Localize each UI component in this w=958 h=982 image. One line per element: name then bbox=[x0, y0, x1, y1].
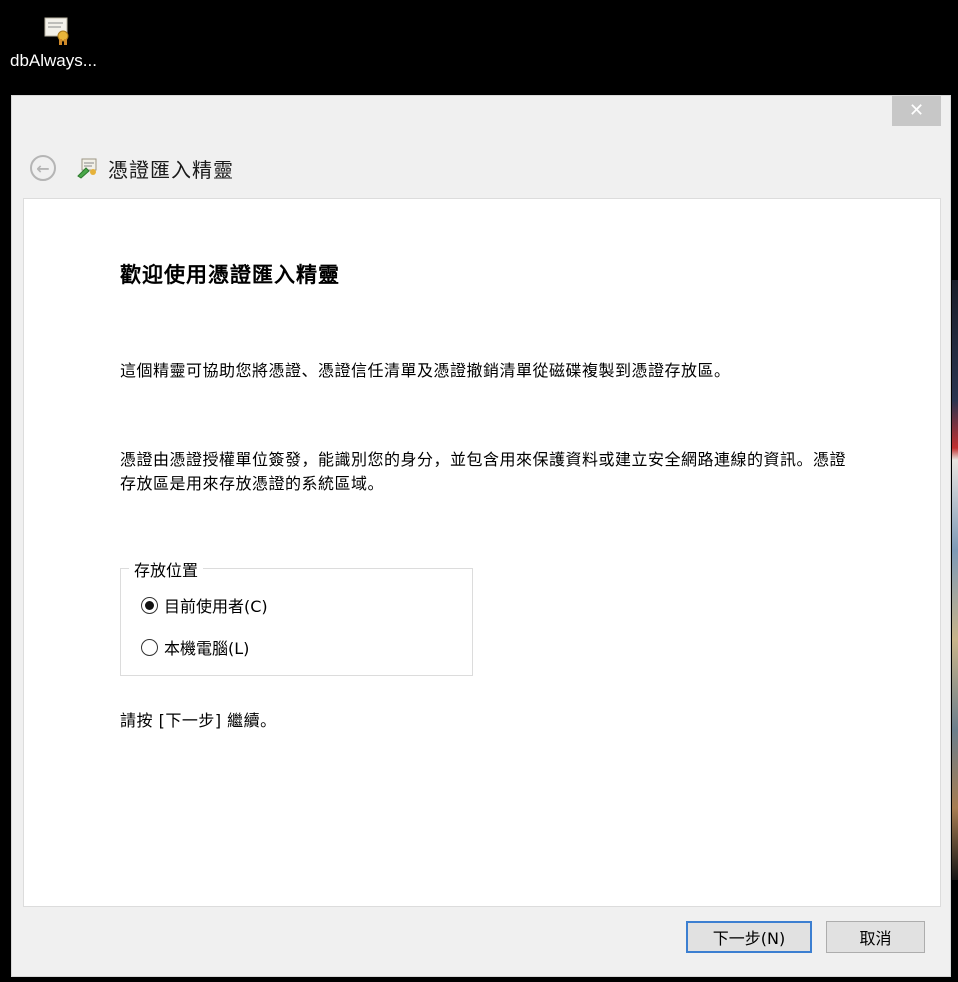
close-icon: ✕ bbox=[908, 100, 925, 121]
desktop-shortcut[interactable]: dbAlways... bbox=[10, 14, 106, 71]
description-paragraph-2: 憑證由憑證授權單位簽發，能識別您的身分，並包含用來保護資料或建立安全網路連線的資… bbox=[120, 450, 847, 493]
desktop-wallpaper bbox=[952, 280, 958, 880]
current-user-option[interactable]: 目前使用者(C) bbox=[141, 593, 268, 617]
certificate-file-icon bbox=[41, 14, 75, 48]
certificate-import-wizard-window: ✕ ← 憑證匯入精靈 歡迎使用憑證匯入精靈 這個精靈可協助您將憑證、憑證信任清單… bbox=[11, 95, 951, 977]
wizard-footer: 下一步(N) 取消 bbox=[23, 906, 941, 976]
store-location-legend: 存放位置 bbox=[129, 557, 204, 581]
current-user-radio[interactable] bbox=[141, 596, 158, 614]
current-user-label: 目前使用者(C) bbox=[164, 597, 268, 616]
cancel-button[interactable]: 取消 bbox=[826, 921, 925, 953]
instruction-text: 請按 [下一步] 繼續。 bbox=[120, 711, 277, 730]
local-machine-radio[interactable] bbox=[141, 638, 158, 656]
back-button[interactable]: ← bbox=[30, 155, 56, 181]
page-heading: 歡迎使用憑證匯入精靈 bbox=[120, 263, 340, 287]
close-button[interactable]: ✕ bbox=[892, 96, 941, 126]
certificate-wizard-icon bbox=[76, 156, 100, 180]
description-paragraph-1: 這個精靈可協助您將憑證、憑證信任清單及憑證撤銷清單從磁碟複製到憑證存放區。 bbox=[120, 361, 731, 380]
wizard-title: 憑證匯入精靈 bbox=[108, 157, 234, 182]
back-arrow-icon: ← bbox=[36, 158, 50, 178]
wizard-content-panel: 歡迎使用憑證匯入精靈 這個精靈可協助您將憑證、憑證信任清單及憑證撤銷清單從磁碟複… bbox=[23, 198, 941, 906]
local-machine-option[interactable]: 本機電腦(L) bbox=[141, 635, 249, 659]
local-machine-label: 本機電腦(L) bbox=[164, 639, 250, 658]
desktop-icon-label: dbAlways... bbox=[10, 51, 97, 70]
next-button[interactable]: 下一步(N) bbox=[686, 921, 812, 953]
store-location-group: 存放位置 目前使用者(C) 本機電腦(L) bbox=[120, 557, 473, 676]
wizard-header: ← 憑證匯入精靈 bbox=[30, 151, 234, 185]
